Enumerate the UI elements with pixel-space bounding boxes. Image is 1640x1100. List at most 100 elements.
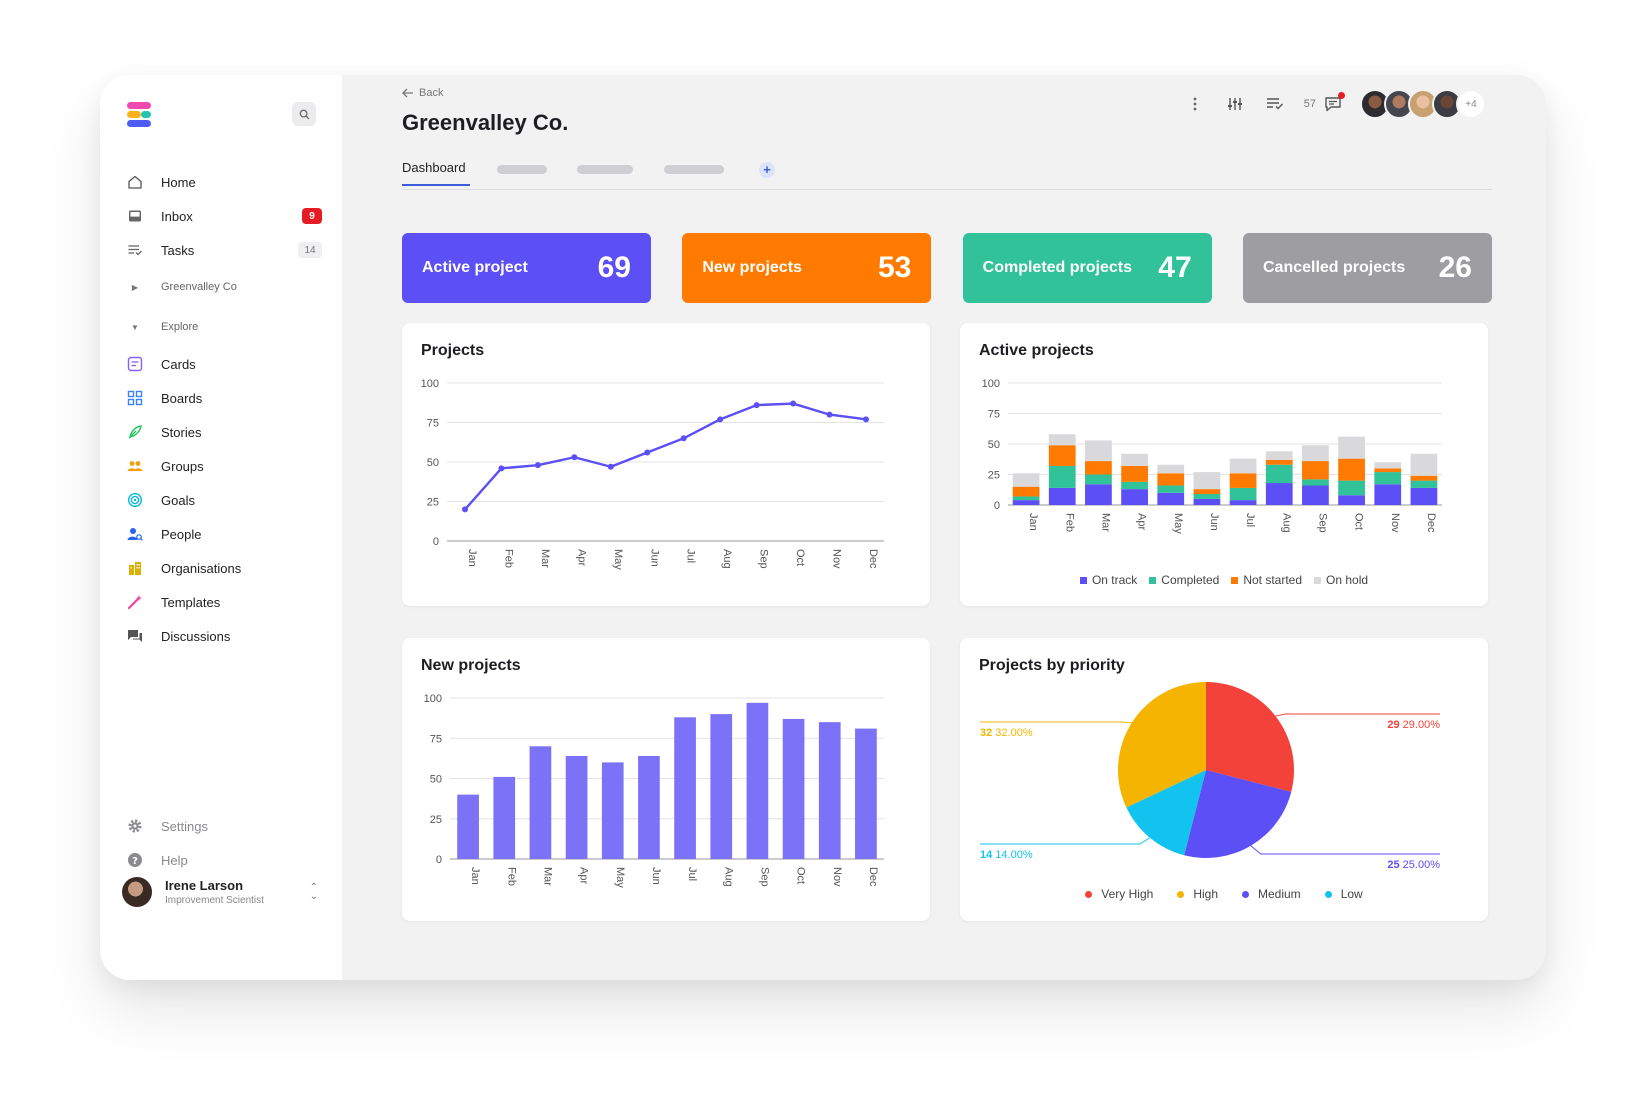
legend-item[interactable]: On hold bbox=[1314, 573, 1368, 587]
x-tick-label: Apr bbox=[575, 549, 587, 566]
legend-swatch bbox=[1085, 890, 1093, 898]
stat-card-cancelled[interactable]: Cancelled projects 26 bbox=[1242, 233, 1492, 303]
bar-segment bbox=[1338, 436, 1365, 459]
legend-item[interactable]: Very High bbox=[1085, 887, 1153, 901]
tab-placeholder[interactable] bbox=[577, 165, 633, 174]
user-profile-menu[interactable]: Irene Larson Improvement Scientist ⌃ ⌄ bbox=[122, 875, 318, 909]
legend-item[interactable]: Not started bbox=[1231, 573, 1302, 587]
x-tick-label: Sep bbox=[1316, 513, 1328, 533]
y-tick-label: 0 bbox=[436, 854, 442, 866]
tab-label: Dashboard bbox=[402, 160, 466, 175]
bar-segment bbox=[1157, 485, 1185, 493]
legend-label: Completed bbox=[1161, 573, 1220, 587]
legend-swatch bbox=[1149, 576, 1157, 584]
legend-item[interactable]: Medium bbox=[1242, 887, 1301, 901]
back-link[interactable]: Back bbox=[402, 87, 443, 99]
task-list-button[interactable] bbox=[1264, 93, 1286, 115]
bar bbox=[674, 717, 696, 859]
bar-segment bbox=[1157, 464, 1185, 474]
back-label: Back bbox=[419, 87, 444, 99]
sidebar-item-groups[interactable]: Groups bbox=[126, 449, 322, 483]
bar-segment bbox=[1048, 487, 1076, 505]
nav-item-inbox[interactable]: Inbox 9 bbox=[126, 199, 322, 233]
bar-segment bbox=[1374, 462, 1402, 469]
cards-icon bbox=[126, 355, 144, 373]
more-members-badge[interactable]: +4 bbox=[1456, 89, 1486, 119]
secondary-nav: Settings ? Help bbox=[126, 809, 322, 877]
legend-item[interactable]: Low bbox=[1324, 887, 1363, 901]
nav-item-home[interactable]: Home bbox=[126, 165, 322, 199]
legend-item[interactable]: High bbox=[1177, 887, 1218, 901]
nav-item-tasks[interactable]: Tasks 14 bbox=[126, 233, 322, 267]
stat-card-new[interactable]: New projects 53 bbox=[682, 233, 932, 303]
stat-label: Active project bbox=[422, 259, 528, 276]
stat-label: Completed projects bbox=[982, 259, 1133, 276]
bar-segment bbox=[1193, 494, 1221, 499]
member-avatars[interactable]: +4 bbox=[1360, 89, 1486, 119]
x-tick-label: Jul bbox=[685, 549, 697, 563]
nav-item-label: Boards bbox=[161, 390, 203, 406]
y-tick-label: 50 bbox=[988, 439, 1000, 451]
stat-card-completed[interactable]: Completed projects 47 bbox=[962, 233, 1212, 303]
more-options-button[interactable] bbox=[1184, 93, 1206, 115]
y-tick-label: 100 bbox=[424, 693, 442, 705]
leader-line bbox=[980, 721, 1132, 724]
x-tick-label: Sep bbox=[758, 867, 770, 887]
tab-placeholder[interactable] bbox=[497, 165, 547, 174]
tab-placeholder[interactable] bbox=[664, 165, 724, 174]
sidebar-item-people[interactable]: People bbox=[126, 517, 322, 551]
active-projects-chart-card: Active projects 0 25 50 75 100 Jan Feb Mar Apr Ma… bbox=[960, 323, 1488, 606]
y-tick-label: 50 bbox=[427, 457, 439, 469]
sidebar-item-boards[interactable]: Boards bbox=[126, 381, 322, 415]
sidebar-item-help[interactable]: ? Help bbox=[126, 843, 322, 877]
svg-text:?: ? bbox=[132, 856, 138, 867]
nav-item-label: Organisations bbox=[161, 560, 242, 576]
workspace-section-toggle[interactable]: ▶ Greenvalley Co bbox=[126, 267, 322, 307]
sidebar-item-goals[interactable]: Goals bbox=[126, 483, 322, 517]
stat-cards: Active project 69 New projects 53 Comple… bbox=[402, 233, 1492, 303]
search-button[interactable] bbox=[292, 102, 316, 126]
legend-item[interactable]: Completed bbox=[1149, 573, 1219, 587]
filters-button[interactable] bbox=[1224, 93, 1246, 115]
page-title: Greenvalley Co. bbox=[402, 110, 569, 135]
sidebar-item-organisations[interactable]: Organisations bbox=[126, 551, 322, 585]
x-tick-label: Sep bbox=[758, 549, 770, 569]
sidebar: Home Inbox 9 Tasks 14 ▶ Greenvalley Co ▼… bbox=[100, 75, 342, 980]
stat-card-active[interactable]: Active project 69 bbox=[402, 233, 651, 303]
x-tick-label: Nov bbox=[1389, 513, 1401, 533]
sidebar-item-stories[interactable]: Stories bbox=[126, 415, 322, 449]
bar-segment bbox=[1265, 459, 1293, 465]
sidebar-item-discussions[interactable]: Discussions bbox=[126, 619, 322, 653]
explore-section-toggle[interactable]: ▼ Explore bbox=[126, 307, 322, 347]
legend-swatch bbox=[1314, 576, 1322, 584]
nav-item-label: People bbox=[161, 526, 202, 542]
sidebar-item-settings[interactable]: Settings bbox=[126, 809, 322, 843]
sidebar-item-cards[interactable]: Cards bbox=[126, 347, 322, 381]
data-point bbox=[753, 402, 760, 409]
x-tick-label: May bbox=[1172, 513, 1184, 534]
bar-segment bbox=[1012, 496, 1040, 501]
gear-icon bbox=[126, 817, 144, 835]
bar-segment bbox=[1048, 465, 1076, 488]
add-tab-button[interactable]: + bbox=[759, 162, 775, 178]
y-tick-label: 100 bbox=[982, 378, 1000, 390]
new-projects-bar-chart: 0 25 50 75 100 Jan Feb Mar Apr May Jun Jul Aug Sep Oct… bbox=[424, 693, 884, 888]
bar-segment bbox=[1229, 458, 1257, 474]
x-tick-label: Apr bbox=[1136, 513, 1148, 530]
sidebar-item-templates[interactable]: Templates bbox=[126, 585, 322, 619]
stat-value: 47 bbox=[1158, 251, 1192, 284]
app-logo[interactable] bbox=[127, 102, 151, 128]
x-tick-label: Jul bbox=[686, 867, 698, 881]
y-tick-label: 50 bbox=[430, 774, 442, 786]
chart-legend: On track Completed Not started On hold bbox=[960, 573, 1488, 587]
section-label: Greenvalley Co bbox=[161, 281, 237, 293]
notifications-button[interactable] bbox=[1322, 92, 1345, 115]
stat-value: 53 bbox=[877, 251, 912, 284]
help-icon: ? bbox=[126, 851, 144, 869]
tab-dashboard[interactable]: Dashboard bbox=[402, 160, 470, 186]
chart-legend: Very High High Medium Low bbox=[960, 887, 1488, 901]
x-tick-label: Jul bbox=[1244, 513, 1256, 527]
x-tick-label: Mar bbox=[539, 549, 551, 568]
bar-segment bbox=[1374, 484, 1402, 505]
legend-item[interactable]: On track bbox=[1079, 573, 1137, 587]
